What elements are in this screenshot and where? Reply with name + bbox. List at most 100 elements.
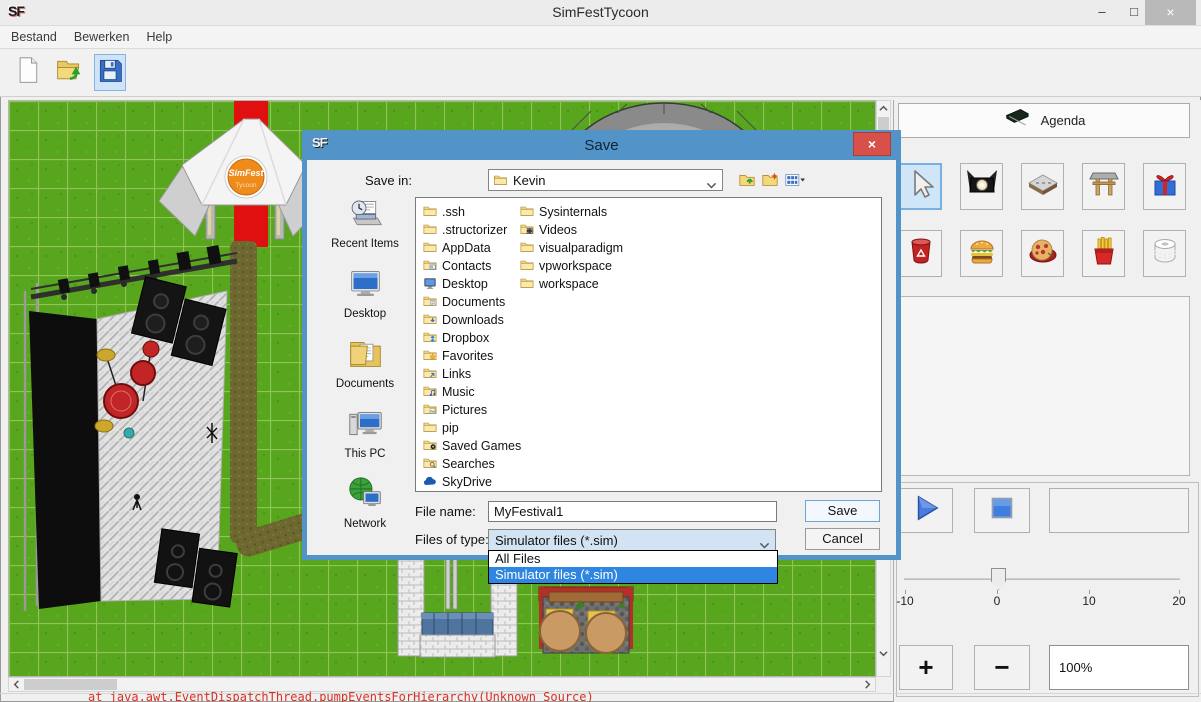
scroll-left-icon[interactable] — [10, 678, 23, 691]
close-button[interactable]: × — [1145, 0, 1196, 25]
agenda-button[interactable]: Agenda — [898, 103, 1190, 138]
slider-tick-label: 10 — [1072, 594, 1106, 608]
file-item[interactable]: vpworkspace — [520, 257, 623, 275]
info-panel — [898, 296, 1190, 476]
file-list[interactable]: .ssh.structorizerAppDataContactsDesktopD… — [415, 197, 882, 492]
open-folder-icon — [55, 55, 83, 90]
window-title: SimFestTycoon — [0, 4, 1201, 20]
slider-tick-label: 20 — [1162, 594, 1196, 608]
file-item[interactable]: Desktop — [423, 275, 521, 293]
desktop-place-icon — [347, 265, 384, 307]
slider-tick-label: -10 — [888, 594, 922, 608]
main-toolbar — [0, 49, 1201, 97]
trashcan-icon — [905, 235, 937, 272]
save-floppy-icon — [96, 55, 124, 90]
chevron-down-icon[interactable] — [706, 177, 717, 185]
file-item[interactable]: Favorites — [423, 347, 521, 365]
menu-item[interactable]: Bestand — [11, 30, 57, 44]
files-of-type-value: Simulator files (*.sim) — [495, 533, 618, 548]
file-item[interactable]: Documents — [423, 293, 521, 311]
dialog-app-icon: SF — [312, 135, 327, 150]
file-item[interactable]: .structorizer — [423, 221, 521, 239]
file-item[interactable]: visualparadigm — [520, 239, 623, 257]
tool-button-gift[interactable] — [1143, 163, 1186, 210]
place-item-desktop[interactable]: Desktop — [319, 262, 411, 332]
place-item-network[interactable]: Network — [319, 472, 411, 542]
spotlight-icon — [966, 168, 998, 205]
slider-thumb[interactable] — [991, 568, 1006, 590]
place-item-this-pc[interactable]: This PC — [319, 402, 411, 472]
dialog-close-button[interactable]: × — [853, 132, 891, 156]
tool-button-toilet-paper[interactable] — [1143, 230, 1186, 277]
save-button[interactable]: Save — [805, 500, 880, 522]
tool-button-pizza[interactable] — [1021, 230, 1064, 277]
documents-place-icon — [347, 335, 384, 377]
file-item[interactable]: Music — [423, 383, 521, 401]
file-item[interactable]: Saved Games — [423, 437, 521, 455]
place-item-documents[interactable]: Documents — [319, 332, 411, 402]
play-button[interactable] — [899, 488, 953, 533]
tool-button-trashcan[interactable] — [899, 230, 942, 277]
up-one-level-button[interactable] — [736, 170, 757, 190]
stop-button[interactable] — [974, 488, 1030, 533]
chevron-down-icon[interactable] — [759, 537, 770, 545]
toolbar-button-save-file[interactable] — [94, 54, 126, 91]
view-menu-button[interactable] — [781, 170, 809, 190]
file-item[interactable]: SkyDrive — [423, 473, 521, 491]
tool-button-burger[interactable] — [960, 230, 1003, 277]
toolbar-button-new-file[interactable] — [12, 54, 44, 91]
file-name-label: File name: — [415, 504, 476, 519]
slider-track[interactable] — [904, 578, 1180, 580]
tool-button-spotlight[interactable] — [960, 163, 1003, 210]
stop-icon — [987, 493, 1017, 528]
files-of-type-combobox[interactable]: Simulator files (*.sim) — [488, 529, 776, 551]
file-type-option[interactable]: Simulator files (*.sim) — [489, 567, 777, 583]
zoom-level-field[interactable]: 100% — [1049, 645, 1189, 690]
tool-button-road[interactable] — [1021, 163, 1064, 210]
file-item[interactable]: Videos — [520, 221, 623, 239]
zoom-in-button[interactable]: + — [899, 645, 953, 690]
scroll-up-icon[interactable] — [877, 102, 890, 115]
file-item[interactable]: Searches — [423, 455, 521, 473]
menu-item[interactable]: Help — [146, 30, 172, 44]
tool-button-fries[interactable] — [1082, 230, 1125, 277]
file-type-option[interactable]: All Files — [489, 551, 777, 567]
tool-button-gate[interactable] — [1082, 163, 1125, 210]
scroll-right-icon[interactable] — [861, 678, 874, 691]
dialog-body: Save in: Kevin Recent ItemsDesktopDocume… — [307, 160, 896, 555]
file-item[interactable]: Dropbox — [423, 329, 521, 347]
save-in-combobox[interactable]: Kevin — [488, 169, 723, 191]
file-item[interactable]: pip — [423, 419, 521, 437]
burger-stand — [539, 587, 633, 653]
menu-item[interactable]: Bewerken — [74, 30, 130, 44]
title-bar[interactable]: SF SimFestTycoon – □ × — [0, 0, 1201, 25]
toolbar-button-open-file[interactable] — [53, 54, 85, 91]
contacts-icon — [423, 258, 437, 275]
zoom-out-button[interactable]: − — [974, 645, 1030, 690]
folder-icon — [520, 240, 534, 257]
cancel-button[interactable]: Cancel — [805, 528, 880, 550]
maximize-button[interactable]: □ — [1120, 0, 1148, 25]
pizza-icon — [1027, 235, 1059, 272]
file-item[interactable]: Sysinternals — [520, 203, 623, 221]
file-item[interactable]: Links — [423, 365, 521, 383]
horizontal-scroll-thumb[interactable] — [24, 679, 117, 690]
file-item[interactable]: Contacts — [423, 257, 521, 275]
folder-icon — [423, 420, 437, 437]
svg-text:SimFest: SimFest — [228, 168, 264, 178]
tool-button-select[interactable] — [899, 163, 942, 210]
file-item[interactable]: AppData — [423, 239, 521, 257]
slider-tick-label: 0 — [980, 594, 1014, 608]
file-name-input[interactable] — [488, 501, 777, 522]
folder-icon — [520, 258, 534, 275]
toiletpaper-icon — [1149, 235, 1181, 272]
file-item[interactable]: Pictures — [423, 401, 521, 419]
file-item[interactable]: workspace — [520, 275, 623, 293]
save-dialog-titlebar[interactable]: SF Save — [302, 130, 901, 160]
scroll-down-icon[interactable] — [877, 647, 890, 660]
file-item[interactable]: .ssh — [423, 203, 521, 221]
minimize-button[interactable]: – — [1088, 0, 1116, 25]
file-item[interactable]: Downloads — [423, 311, 521, 329]
place-item-recent-items[interactable]: Recent Items — [319, 192, 411, 262]
new-folder-button[interactable] — [759, 170, 780, 190]
